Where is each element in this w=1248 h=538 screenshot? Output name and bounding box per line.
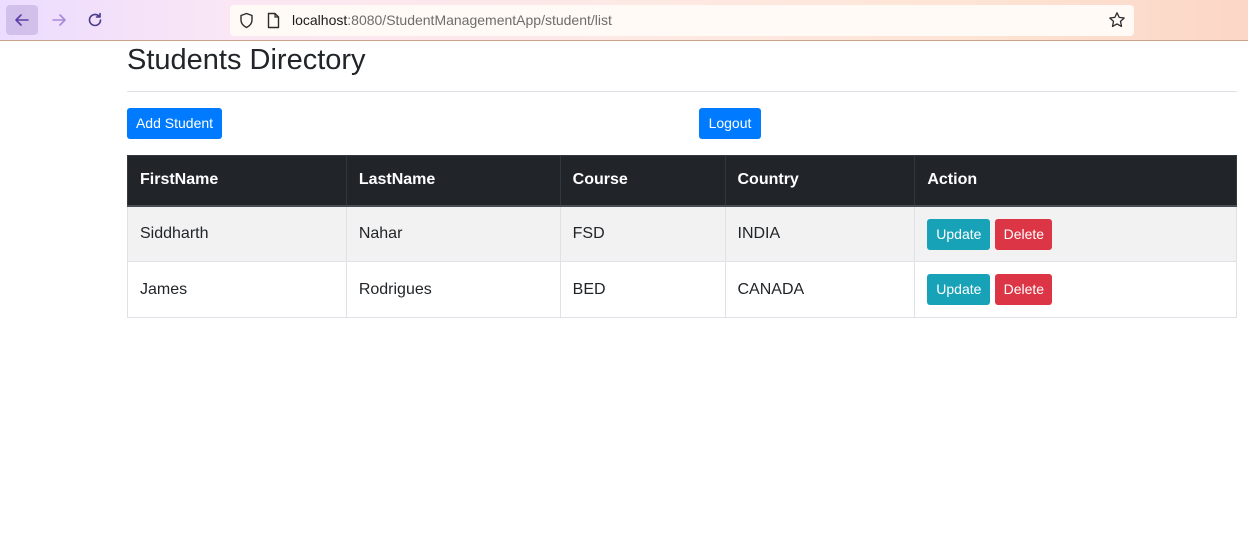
url-text[interactable]: localhost:8080/StudentManagementApp/stud…	[292, 12, 612, 29]
cell-course: FSD	[559, 205, 726, 262]
header-lastname: LastName	[345, 155, 561, 207]
delete-button[interactable]: Delete	[995, 218, 1053, 250]
url-path: :8080/StudentManagementApp/student/list	[347, 12, 612, 28]
reload-icon	[88, 12, 102, 27]
cell-action: Update Delete	[914, 261, 1237, 318]
table-header-row: FirstName LastName Course Country Action	[127, 155, 1237, 207]
address-bar[interactable]: localhost:8080/StudentManagementApp/stud…	[230, 5, 1134, 36]
forward-arrow-icon	[52, 14, 66, 26]
add-student-button[interactable]: Add Student	[127, 108, 222, 139]
header-action: Action	[914, 155, 1237, 207]
back-button[interactable]	[6, 5, 38, 35]
update-button[interactable]: Update	[927, 274, 991, 305]
star-icon[interactable]	[1108, 11, 1126, 29]
cell-lastname: Rodrigues	[345, 261, 561, 318]
cell-firstname: Siddharth	[127, 205, 347, 262]
cell-course: BED	[559, 261, 726, 318]
logout-button[interactable]: Logout	[699, 108, 761, 139]
cell-country: CANADA	[724, 261, 916, 318]
page-title: Students Directory	[127, 44, 366, 76]
header-firstname: FirstName	[127, 155, 347, 207]
cell-firstname: James	[127, 261, 347, 318]
header-course: Course	[559, 155, 726, 207]
update-button[interactable]: Update	[927, 218, 991, 250]
table-row: James Rodrigues BED CANADA Update Delete	[127, 261, 1237, 318]
cell-action: Update Delete	[914, 205, 1237, 262]
browser-toolbar: localhost:8080/StudentManagementApp/stud…	[0, 0, 1248, 41]
cell-country: INDIA	[724, 205, 916, 262]
table-row: Siddharth Nahar FSD INDIA Update Delete	[127, 205, 1237, 262]
back-arrow-icon	[15, 14, 29, 26]
shield-icon[interactable]	[238, 12, 255, 29]
cell-lastname: Nahar	[345, 205, 561, 262]
delete-button[interactable]: Delete	[995, 274, 1053, 305]
forward-button[interactable]	[43, 5, 75, 35]
divider	[127, 91, 1237, 92]
students-table: FirstName LastName Course Country Action…	[127, 155, 1237, 318]
reload-button[interactable]	[79, 5, 111, 35]
url-host: localhost	[292, 12, 348, 28]
page-icon	[267, 12, 280, 29]
header-country: Country	[724, 155, 916, 207]
